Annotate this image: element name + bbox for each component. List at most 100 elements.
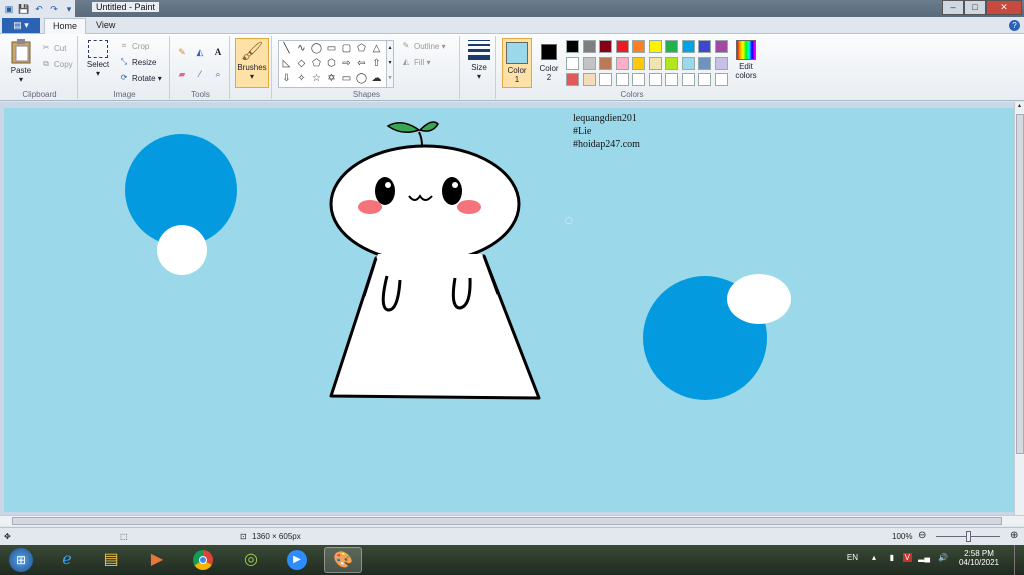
- horizontal-scroll-thumb[interactable]: [12, 517, 1002, 525]
- rectangle-shape-icon[interactable]: ▭: [324, 41, 339, 56]
- callout-cloud-shape-icon[interactable]: ☁: [369, 71, 384, 86]
- color-picker-icon[interactable]: ⁄: [194, 68, 206, 80]
- palette-swatch[interactable]: [681, 73, 695, 86]
- palette-swatch[interactable]: [615, 73, 629, 86]
- palette-swatch[interactable]: [599, 56, 612, 70]
- language-indicator[interactable]: EN: [847, 553, 858, 562]
- palette-swatch[interactable]: [648, 40, 662, 53]
- show-hidden-icons-icon[interactable]: ▴: [872, 553, 876, 562]
- paste-button[interactable]: Paste ▾: [6, 38, 36, 84]
- palette-swatch[interactable]: [632, 73, 645, 86]
- palette-swatch[interactable]: [681, 56, 695, 70]
- palette-swatch[interactable]: [615, 56, 629, 70]
- undo-icon[interactable]: ↶: [33, 3, 45, 15]
- triangle-shape-icon[interactable]: △: [369, 41, 384, 56]
- scroll-up-icon[interactable]: ▴: [1015, 102, 1024, 109]
- palette-swatch[interactable]: [566, 56, 579, 70]
- size-button[interactable]: Size ▾: [465, 40, 493, 81]
- palette-swatch[interactable]: [632, 56, 645, 70]
- cut-button[interactable]: ✂ Cut: [40, 42, 67, 54]
- color2-button[interactable]: Color 2: [535, 38, 563, 88]
- palette-swatch[interactable]: [582, 56, 596, 70]
- color1-button[interactable]: Color 1: [502, 38, 532, 88]
- palette-swatch[interactable]: [582, 40, 596, 53]
- tab-home[interactable]: Home: [44, 18, 87, 34]
- polygon-shape-icon[interactable]: ⬠: [354, 41, 369, 56]
- palette-swatch[interactable]: [698, 40, 711, 53]
- curve-shape-icon[interactable]: ∿: [294, 41, 309, 56]
- text-tool-icon[interactable]: A: [212, 46, 224, 58]
- horizontal-scrollbar[interactable]: [0, 515, 1024, 526]
- vertical-scroll-thumb[interactable]: [1016, 114, 1024, 454]
- paint-taskbar-icon[interactable]: 🎨: [324, 547, 362, 573]
- palette-swatch[interactable]: [714, 73, 728, 86]
- network-icon[interactable]: ▂▄: [918, 553, 930, 562]
- right-arrow-shape-icon[interactable]: ⇨: [339, 56, 354, 71]
- diamond-shape-icon[interactable]: ◇: [294, 56, 309, 71]
- save-icon[interactable]: 💾: [18, 3, 30, 15]
- palette-swatch[interactable]: [665, 73, 678, 86]
- minimize-button[interactable]: –: [942, 0, 964, 15]
- greenshot-icon[interactable]: ◎: [232, 547, 270, 573]
- callout-rect-shape-icon[interactable]: ▭: [339, 71, 354, 86]
- resize-button[interactable]: ⤡ Resize: [118, 56, 157, 68]
- palette-swatch[interactable]: [714, 56, 728, 70]
- palette-swatch[interactable]: [665, 40, 678, 53]
- paint-app-icon[interactable]: ▣: [3, 3, 15, 15]
- palette-swatch[interactable]: [648, 56, 662, 70]
- file-menu-button[interactable]: ▤ ▾: [2, 18, 40, 33]
- brushes-button[interactable]: 🖌 Brushes ▾: [235, 38, 269, 88]
- internet-explorer-icon[interactable]: ℯ: [48, 547, 86, 573]
- clock[interactable]: 2:58 PM 04/10/2021: [954, 549, 1004, 567]
- palette-swatch[interactable]: [566, 73, 579, 86]
- vertical-scrollbar[interactable]: ▴: [1014, 102, 1024, 515]
- volume-icon[interactable]: 🔊: [938, 553, 948, 562]
- down-arrow-shape-icon[interactable]: ⇩: [279, 71, 294, 86]
- pentagon-shape-icon[interactable]: ⬠: [309, 56, 324, 71]
- file-explorer-icon[interactable]: ▤: [92, 547, 130, 573]
- palette-swatch[interactable]: [665, 56, 678, 70]
- right-triangle-shape-icon[interactable]: ◺: [279, 56, 294, 71]
- oval-shape-icon[interactable]: ◯: [309, 41, 324, 56]
- palette-swatch[interactable]: [615, 40, 629, 53]
- zoom-out-icon[interactable]: ⊖: [918, 530, 926, 541]
- palette-swatch[interactable]: [599, 40, 612, 53]
- palette-swatch[interactable]: [582, 73, 596, 86]
- antivirus-icon[interactable]: V: [902, 553, 912, 562]
- rounded-rectangle-shape-icon[interactable]: ▢: [339, 41, 354, 56]
- outline-button[interactable]: ✎ Outline ▾: [400, 40, 446, 52]
- redo-icon[interactable]: ↷: [48, 3, 60, 15]
- fill-button[interactable]: ◭ Fill ▾: [400, 56, 431, 68]
- left-arrow-shape-icon[interactable]: ⇦: [354, 56, 369, 71]
- pencil-icon[interactable]: ✎: [176, 46, 188, 58]
- palette-swatch[interactable]: [698, 73, 711, 86]
- select-button[interactable]: Select ▾: [84, 40, 112, 78]
- device-icon[interactable]: ▮: [890, 553, 894, 562]
- six-point-star-shape-icon[interactable]: ✡: [324, 71, 339, 86]
- palette-swatch[interactable]: [714, 40, 728, 53]
- copy-button[interactable]: ⧉ Copy: [40, 58, 73, 70]
- palette-swatch[interactable]: [648, 73, 662, 86]
- zoom-app-icon[interactable]: ▶: [278, 547, 316, 573]
- fill-bucket-icon[interactable]: ◭: [194, 46, 206, 58]
- callout-oval-shape-icon[interactable]: ◯: [354, 71, 369, 86]
- help-icon[interactable]: ?: [1009, 20, 1020, 31]
- five-point-star-shape-icon[interactable]: ☆: [309, 71, 324, 86]
- crop-button[interactable]: ⌗ Crop: [118, 40, 150, 52]
- chrome-icon[interactable]: [184, 547, 222, 573]
- up-arrow-shape-icon[interactable]: ⇧: [369, 56, 384, 71]
- four-point-star-shape-icon[interactable]: ✧: [294, 71, 309, 86]
- shapes-scroll-icon[interactable]: ▴ ▾ ▿: [386, 40, 394, 88]
- zoom-slider-thumb[interactable]: [966, 531, 971, 542]
- maximize-button[interactable]: □: [964, 0, 986, 15]
- customize-quick-access-icon[interactable]: ▾: [63, 3, 75, 15]
- edit-colors-button[interactable]: Edit colors: [732, 40, 760, 80]
- tab-view[interactable]: View: [88, 18, 123, 34]
- line-shape-icon[interactable]: ╲: [279, 41, 294, 56]
- eraser-icon[interactable]: ▰: [176, 68, 188, 80]
- palette-swatch[interactable]: [599, 73, 612, 86]
- palette-swatch[interactable]: [698, 56, 711, 70]
- zoom-in-icon[interactable]: ⊕: [1010, 530, 1018, 541]
- close-button[interactable]: ✕: [986, 0, 1022, 15]
- palette-swatch[interactable]: [632, 40, 645, 53]
